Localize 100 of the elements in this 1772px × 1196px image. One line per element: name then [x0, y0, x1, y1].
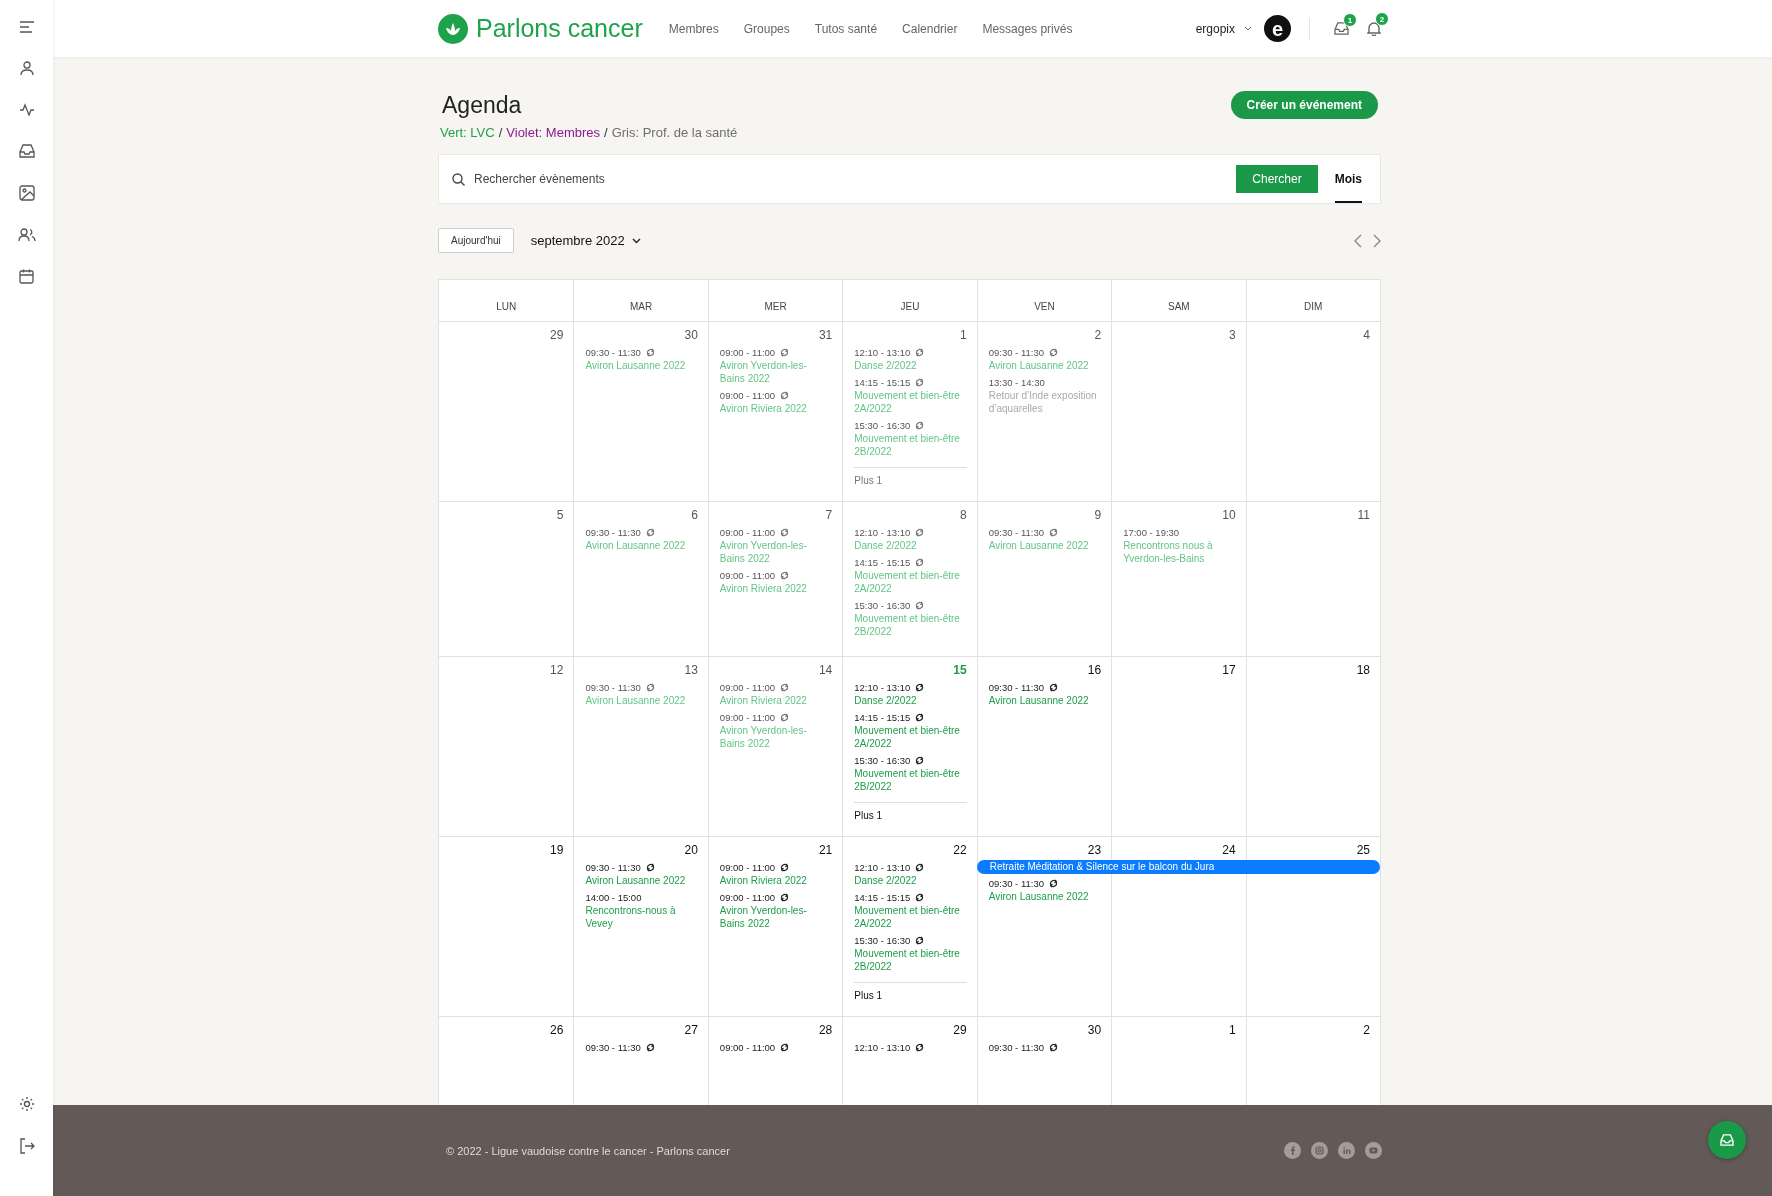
copyright-text: © 2022 - Ligue vaudoise contre le cancer - Parlons cancer: [446, 1144, 730, 1157]
count-badge: 1: [1343, 13, 1357, 27]
day-cell[interactable]: 13 09:30 - 11:30 Aviron Lausanne 2022: [573, 657, 708, 836]
previous-icon[interactable]: [1354, 233, 1362, 248]
repeat-icon: [780, 863, 790, 872]
day-cell[interactable]: 9 09:30 - 11:30 Aviron Lausanne 2022: [976, 502, 1112, 656]
more-link[interactable]: Plus 1: [854, 467, 967, 487]
day-cell[interactable]: 15 12:10 - 13:10 Danse 2/2022 14:15 - 15:15 Mouvement et bien-être 2A/2022 15:30 - 16:30 Mouvement et bien-être 2B/2022 Plus 1: [842, 657, 977, 836]
event-title[interactable]: Aviron Lausanne 2022: [988, 890, 1098, 903]
settings-icon[interactable]: [18, 1096, 35, 1112]
day-cell[interactable]: 17: [1111, 657, 1246, 836]
event-title[interactable]: Danse 2/2022: [854, 874, 964, 887]
event-time: 12:10 - 13:10: [854, 1042, 911, 1053]
view-tab[interactable]: Mois: [1334, 155, 1362, 203]
more-link[interactable]: Plus 1: [854, 802, 967, 822]
day-number: 20: [683, 843, 698, 857]
event-title[interactable]: Rencontrons-nous à Vevey: [585, 904, 695, 930]
inbox-icon[interactable]: [18, 144, 35, 158]
users-icon[interactable]: [17, 228, 36, 242]
day-number: 12: [549, 663, 564, 677]
nav-link[interactable]: Calendrier: [902, 21, 958, 36]
image-icon[interactable]: [18, 185, 35, 201]
social-icon[interactable]: [1284, 1142, 1301, 1159]
today-button[interactable]: Aujourd'hui: [438, 228, 514, 253]
nav-link[interactable]: Membres: [668, 21, 719, 36]
day-number: 10: [1221, 508, 1236, 522]
day-cell[interactable]: 16 09:30 - 11:30 Aviron Lausanne 2022: [976, 657, 1112, 836]
inbox-icon[interactable]: [1334, 22, 1349, 35]
user-icon[interactable]: [18, 60, 35, 76]
day-cell[interactable]: 12: [439, 657, 574, 836]
day-cell[interactable]: 19: [439, 837, 574, 1016]
day-number: 2: [1093, 328, 1102, 342]
event-time: 14:15 - 15:15: [854, 377, 911, 388]
nav-link[interactable]: Tutos santé: [814, 21, 878, 36]
social-icon[interactable]: [1365, 1142, 1382, 1159]
weekday-header: DIM: [1245, 280, 1380, 321]
activity-icon[interactable]: [18, 103, 35, 117]
event-title[interactable]: Aviron Lausanne 2022: [585, 874, 695, 887]
event-title[interactable]: Mouvement et bien-être 2B/2022: [854, 947, 964, 973]
event-title[interactable]: Danse 2/2022: [854, 694, 964, 707]
chevron-down-icon: [631, 237, 641, 244]
menu-icon[interactable]: [18, 21, 35, 33]
event-banner[interactable]: Retraite Méditation & Silence sur le balcon du Jura: [976, 860, 1380, 874]
event-title[interactable]: Aviron Riviera 2022: [719, 874, 829, 887]
calendar-icon[interactable]: [19, 269, 34, 284]
nav-link[interactable]: Groupes: [743, 21, 790, 36]
messages-button[interactable]: [1708, 1121, 1746, 1159]
event-time: 09:00 - 11:00: [719, 1042, 776, 1053]
social-icon[interactable]: [1311, 1142, 1328, 1159]
event-time: 12:10 - 13:10: [854, 682, 911, 693]
day-cell[interactable]: 29: [439, 322, 574, 501]
repeat-icon: [780, 1043, 790, 1052]
event-time: 09:00 - 11:00: [719, 892, 776, 903]
repeat-icon: [645, 1043, 655, 1052]
day-number: 22: [952, 843, 967, 857]
next-icon[interactable]: [1373, 233, 1381, 248]
bell-icon[interactable]: [1367, 21, 1381, 36]
day-cell[interactable]: 5: [439, 502, 574, 656]
user-menu[interactable]: ergopix: [1195, 21, 1252, 36]
day-cell[interactable]: 21 09:00 - 11:00 Aviron Riviera 2022 09:00 - 11:00 Aviron Yverdon-les-Bains 2022: [707, 837, 843, 1016]
day-cell[interactable]: 30 09:30 - 11:30 Aviron Lausanne 2022: [573, 322, 708, 501]
day-number: 21: [817, 843, 833, 857]
event-title[interactable]: Mouvement et bien-être 2B/2022: [854, 767, 964, 793]
nav-link[interactable]: Messages privés: [982, 21, 1073, 36]
day-number: 17: [1221, 663, 1236, 677]
day-cell[interactable]: 22 12:10 - 13:10 Danse 2/2022 14:15 - 15:15 Mouvement et bien-être 2A/2022 15:30 - 16:30 Mouvement et bien-être 2B/2022 Plus 1: [842, 837, 977, 1016]
create-event-button[interactable]: Créer un événement: [1230, 91, 1378, 119]
repeat-icon: [780, 713, 790, 722]
day-number: 24: [1221, 843, 1236, 857]
logout-icon[interactable]: [18, 1138, 35, 1154]
event-time: 09:00 - 11:00: [719, 347, 776, 358]
day-cell[interactable]: 1 12:10 - 13:10 Danse 2/2022 14:15 - 15:15 Mouvement et bien-être 2A/2022 15:30 - 16:30 Mouvement et bien-être 2B/2022 Plus 1: [842, 322, 977, 501]
day-number: 31: [817, 328, 833, 342]
month-picker[interactable]: septembre 2022: [524, 232, 647, 249]
day-cell[interactable]: 11: [1245, 502, 1380, 656]
day-cell[interactable]: 4: [1245, 322, 1380, 501]
event-time: 09:30 - 11:30: [585, 527, 641, 538]
search-button[interactable]: Chercher: [1236, 165, 1318, 193]
day-cell[interactable]: 20 09:30 - 11:30 Aviron Lausanne 2022 14:00 - 15:00 Rencontrons-nous à Vevey: [573, 837, 708, 1016]
day-cell[interactable]: 3: [1111, 322, 1246, 501]
day-number: 25: [1355, 843, 1370, 857]
avatar[interactable]: e: [1264, 15, 1291, 42]
event-title[interactable]: Aviron Yverdon-les-Bains 2022: [719, 904, 829, 930]
event-title[interactable]: Mouvement et bien-être 2A/2022: [854, 904, 964, 930]
day-number: 19: [549, 843, 564, 857]
day-cell[interactable]: 18: [1245, 657, 1380, 836]
event-time: 17:00 - 19:30: [1123, 527, 1180, 538]
day-cell[interactable]: 10 17:00 - 19:30 Rencontrons nous à Yverdon-les-Bains: [1111, 502, 1246, 656]
day-cell[interactable]: 6 09:30 - 11:30 Aviron Lausanne 2022: [573, 502, 708, 656]
event-title[interactable]: Mouvement et bien-être 2A/2022: [854, 724, 964, 750]
event-time: 09:00 - 11:00: [719, 682, 776, 693]
repeat-icon: [645, 683, 655, 692]
social-icon[interactable]: [1338, 1142, 1355, 1159]
event-time: 09:00 - 11:00: [719, 862, 776, 873]
event-time: 09:30 - 11:30: [988, 682, 1044, 693]
day-number: 9: [1093, 508, 1102, 522]
day-cell[interactable]: 26: [439, 1017, 574, 1105]
more-link[interactable]: Plus 1: [854, 982, 967, 1002]
event-title[interactable]: Aviron Lausanne 2022: [988, 694, 1098, 707]
day-number: 28: [817, 1023, 833, 1037]
